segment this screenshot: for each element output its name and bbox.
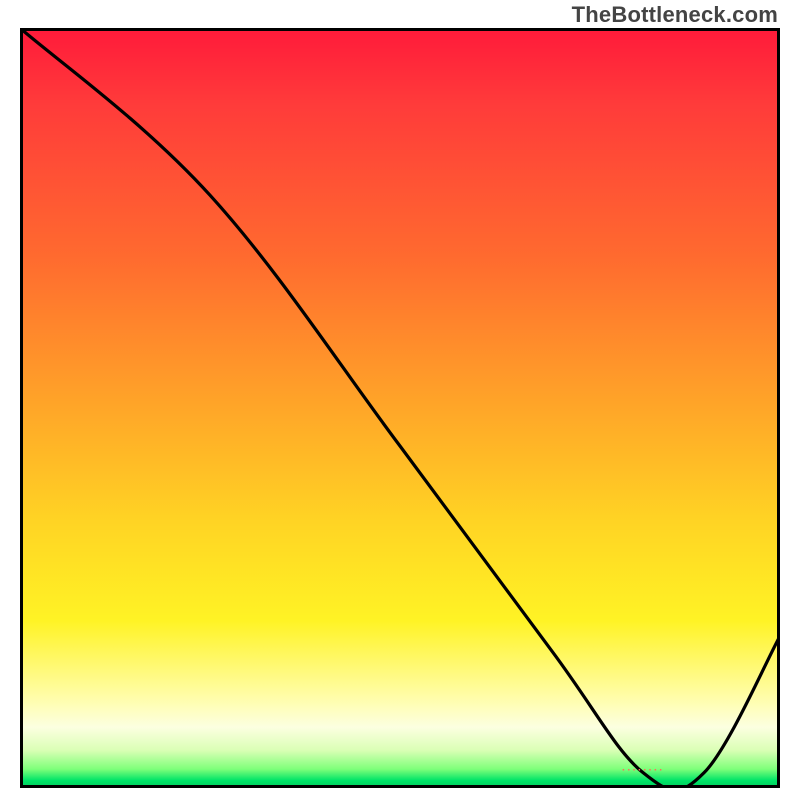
source-link[interactable]: TheBottleneck.com: [572, 2, 778, 28]
trough-marker: ········: [622, 765, 665, 776]
chart-line-layer: [20, 28, 780, 788]
chart-area: ········: [20, 28, 780, 788]
chart-curve: [20, 28, 780, 788]
